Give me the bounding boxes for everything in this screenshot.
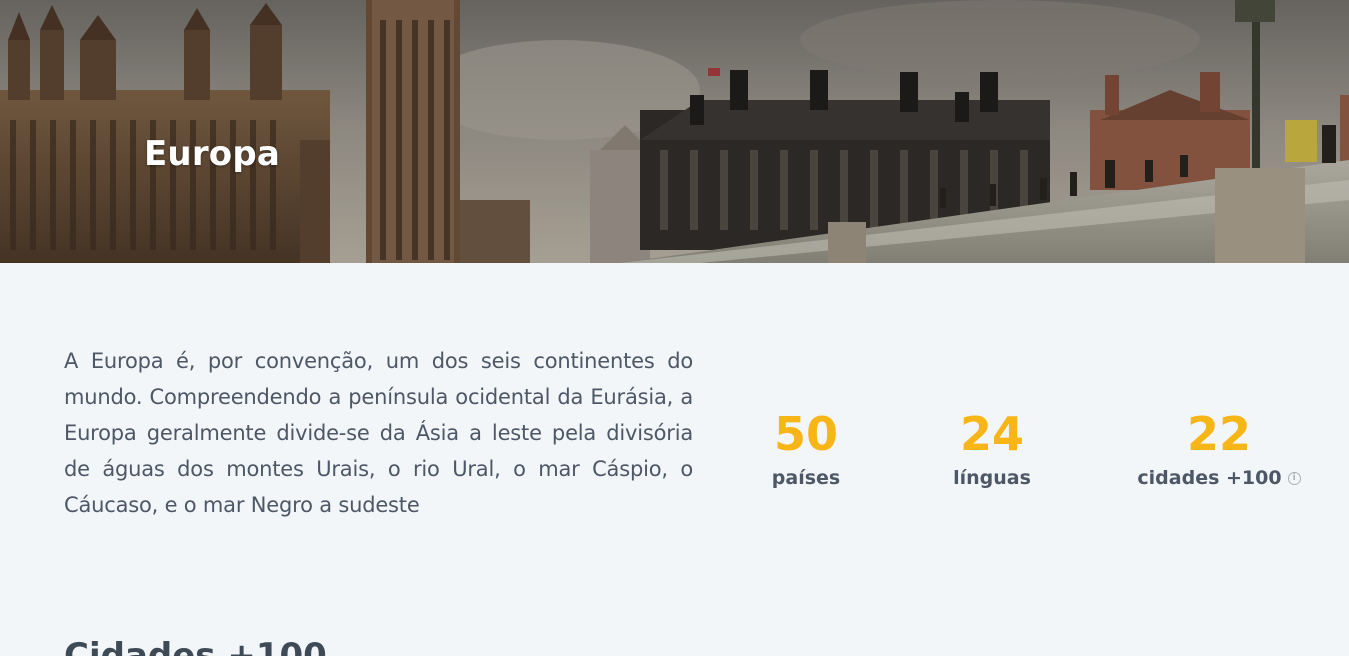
stat-label-row: cidades +100 i <box>1137 463 1301 493</box>
hero-banner: Europa <box>0 0 1349 263</box>
hero-image <box>0 0 1349 263</box>
stat-languages: 24 línguas <box>951 405 1033 493</box>
stat-value: 50 <box>773 407 838 461</box>
continent-description: A Europa é, por convenção, um dos seis c… <box>64 349 693 517</box>
stat-label: países <box>771 467 841 489</box>
stats-panel: 50 países 24 línguas 22 cidades +100 i <box>730 405 1340 505</box>
stat-value: 24 <box>959 407 1024 461</box>
stat-cities: 22 cidades +100 i <box>1137 405 1301 493</box>
stat-countries: 50 países <box>765 405 847 493</box>
info-icon[interactable]: i <box>1287 471 1301 485</box>
section-heading: Cidades +100 <box>64 636 327 656</box>
stat-label: cidades +100 <box>1137 467 1282 489</box>
stat-value: 22 <box>1186 407 1251 461</box>
stat-label: línguas <box>953 467 1031 489</box>
page-title: Europa <box>144 134 281 174</box>
